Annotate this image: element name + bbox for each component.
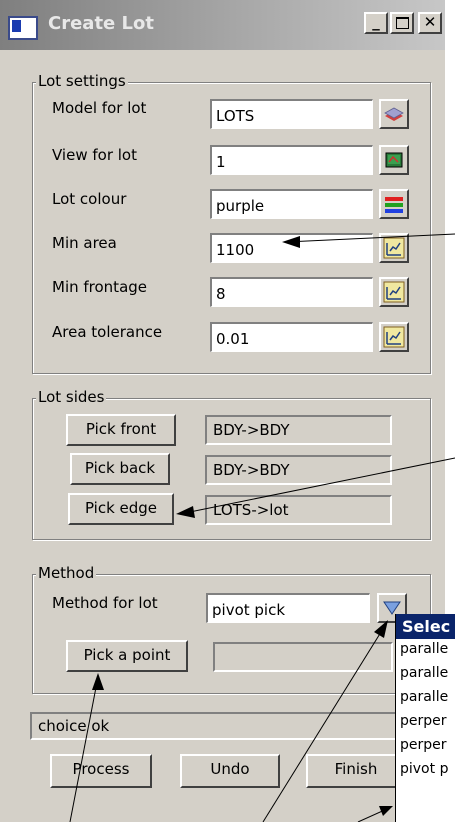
method-select[interactable]: pivot pick — [206, 593, 370, 623]
min-frontage-label: Min frontage — [52, 278, 148, 296]
dropdown-option[interactable]: pivot p — [396, 759, 455, 783]
min-frontage-field[interactable]: 8 — [210, 277, 373, 307]
undo-button[interactable]: Undo — [180, 754, 280, 788]
min-area-field[interactable]: 1100 — [210, 233, 373, 263]
colour-picker-button[interactable] — [379, 189, 409, 219]
min-area-calc-button[interactable] — [379, 233, 409, 263]
close-icon: ✕ — [423, 13, 437, 31]
dropdown-option[interactable]: paralle — [396, 639, 455, 663]
pick-back-button[interactable]: Pick back — [70, 453, 170, 485]
back-value: BDY->BDY — [205, 455, 392, 485]
min-frontage-calc-button[interactable] — [379, 277, 409, 307]
edge-value: LOTS->lot — [205, 495, 392, 525]
dropdown-header: Selec — [396, 614, 455, 639]
finish-button[interactable]: Finish — [306, 754, 406, 788]
dropdown-option[interactable]: perper — [396, 735, 455, 759]
lot-colour-field[interactable]: purple — [210, 189, 373, 219]
view-icon — [385, 152, 403, 168]
close-button[interactable]: ✕ — [418, 12, 442, 34]
window-title: Create Lot — [48, 13, 154, 34]
calculator-icon — [383, 281, 405, 303]
pick-point-value — [213, 642, 393, 672]
method-group — [32, 574, 431, 694]
model-for-lot-field[interactable]: LOTS — [210, 99, 373, 129]
method-for-lot-label: Method for lot — [52, 594, 158, 612]
create-lot-window: Create Lot _ ✕ Lot settings Model for lo… — [0, 0, 445, 822]
dropdown-option[interactable]: perper — [396, 711, 455, 735]
method-dropdown-list[interactable]: Selec paralle paralle paralle perper per… — [395, 614, 455, 822]
view-picker-button[interactable] — [379, 145, 409, 175]
dropdown-option[interactable]: paralle — [396, 687, 455, 711]
method-label: Method — [36, 564, 97, 582]
status-bar: choice ok — [30, 712, 445, 740]
calculator-icon — [383, 326, 405, 348]
layers-icon — [384, 107, 404, 121]
dropdown-option[interactable]: paralle — [396, 663, 455, 687]
maximize-button[interactable] — [390, 12, 414, 34]
minimize-icon: _ — [372, 13, 380, 31]
title-bar[interactable]: Create Lot _ ✕ — [0, 0, 445, 50]
area-tolerance-calc-button[interactable] — [379, 322, 409, 352]
model-picker-button[interactable] — [379, 99, 409, 129]
model-for-lot-label: Model for lot — [52, 99, 147, 117]
min-area-label: Min area — [52, 234, 117, 252]
app-icon — [8, 16, 38, 40]
view-for-lot-field[interactable]: 1 — [210, 145, 373, 175]
lot-colour-label: Lot colour — [52, 190, 127, 208]
pick-edge-button[interactable]: Pick edge — [68, 493, 174, 525]
lot-sides-label: Lot sides — [36, 388, 107, 406]
minimize-button[interactable]: _ — [364, 12, 388, 34]
area-tolerance-field[interactable]: 0.01 — [210, 322, 373, 352]
pick-a-point-button[interactable]: Pick a point — [66, 640, 188, 672]
pick-front-button[interactable]: Pick front — [66, 414, 176, 446]
front-value: BDY->BDY — [205, 415, 392, 445]
area-tolerance-label: Area tolerance — [52, 323, 163, 341]
colour-icon — [385, 197, 403, 213]
lot-settings-label: Lot settings — [36, 72, 128, 90]
view-for-lot-label: View for lot — [52, 146, 137, 164]
process-button[interactable]: Process — [50, 754, 152, 788]
maximize-icon — [395, 17, 409, 29]
calculator-icon — [383, 237, 405, 259]
